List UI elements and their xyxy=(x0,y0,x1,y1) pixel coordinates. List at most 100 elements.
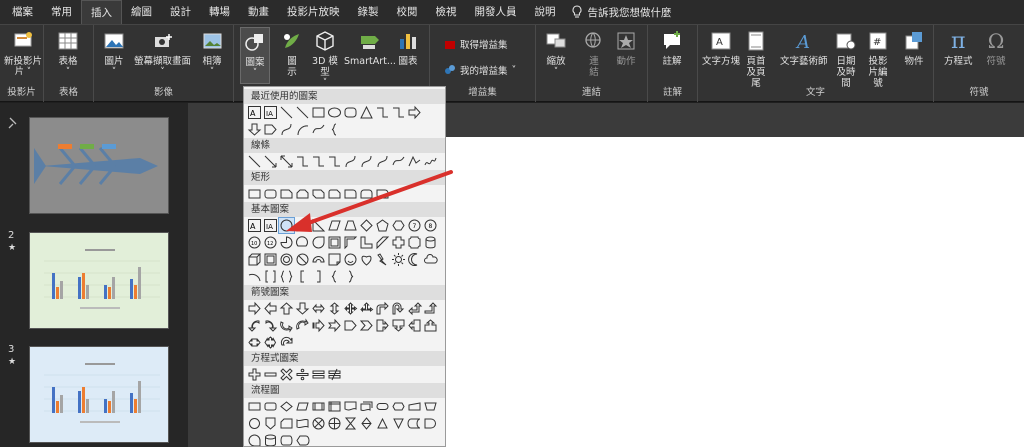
wordart-button[interactable]: A 文字藝術師 xyxy=(780,29,828,67)
no-symbol-shape[interactable] xyxy=(295,252,310,267)
multiply-shape[interactable] xyxy=(279,367,294,382)
left-brace-shape[interactable] xyxy=(327,269,342,284)
tab-view[interactable]: 檢視 xyxy=(427,0,466,24)
triangle-shape[interactable] xyxy=(359,105,374,120)
down-arrow-shape[interactable] xyxy=(295,301,310,316)
snip-round-rect-shape[interactable] xyxy=(327,186,342,201)
snip-corner-rect-shape[interactable] xyxy=(279,186,294,201)
left-right-up-arrow-shape[interactable] xyxy=(359,301,374,316)
plaque-shape[interactable] xyxy=(407,235,422,250)
flowchart-document-shape[interactable] xyxy=(343,399,358,414)
flowchart-magnetic-disk-shape[interactable] xyxy=(263,433,278,446)
pictures-button[interactable]: 圖片 ˅ xyxy=(102,29,126,78)
right-bracket-shape[interactable] xyxy=(311,269,326,284)
tab-insert[interactable]: 插入 xyxy=(81,0,122,24)
down-arrow-shape[interactable] xyxy=(247,122,262,137)
right-triangle-shape[interactable] xyxy=(311,218,326,233)
rectangle-shape[interactable] xyxy=(311,105,326,120)
smartart-button[interactable]: SmartArt... xyxy=(344,29,396,67)
snip-same-side-rect-shape[interactable] xyxy=(295,186,310,201)
rounded-rect-shape[interactable] xyxy=(263,186,278,201)
arrow-line-shape[interactable] xyxy=(295,105,310,120)
flowchart-display-shape[interactable] xyxy=(295,433,310,446)
bent-up-arrow-shape[interactable] xyxy=(423,301,438,316)
bevel-shape[interactable] xyxy=(263,252,278,267)
hexagon-shape[interactable] xyxy=(391,218,406,233)
flowchart-manual-input-shape[interactable] xyxy=(407,399,422,414)
double-brace-shape[interactable] xyxy=(279,269,294,284)
up-arrow-shape[interactable] xyxy=(279,301,294,316)
flowchart-alternate-process-shape[interactable] xyxy=(263,399,278,414)
pentagon-shape[interactable] xyxy=(375,218,390,233)
minus-shape[interactable] xyxy=(263,367,278,382)
diagonal-stripe-shape[interactable] xyxy=(375,235,390,250)
round-same-side-rect-shape[interactable] xyxy=(359,186,374,201)
sun-shape[interactable] xyxy=(391,252,406,267)
flowchart-direct-access-storage-shape[interactable] xyxy=(279,433,294,446)
dodecagon-shape[interactable]: 12 xyxy=(263,235,278,250)
pentagon-arrow-shape[interactable] xyxy=(263,122,278,137)
table-button[interactable]: 表格 ˅ xyxy=(56,29,80,78)
object-button[interactable]: 物件 xyxy=(902,29,926,67)
curved-left-arrow-shape[interactable] xyxy=(263,318,278,333)
flowchart-stored-data-shape[interactable] xyxy=(407,416,422,431)
cross-shape[interactable] xyxy=(391,235,406,250)
oval-shape[interactable] xyxy=(327,105,342,120)
equation-button[interactable]: π 方程式 xyxy=(944,29,973,67)
up-down-arrow-shape[interactable] xyxy=(327,301,342,316)
left-arrow-callout-shape[interactable] xyxy=(407,318,422,333)
equal-shape[interactable] xyxy=(311,367,326,382)
tab-developer[interactable]: 開發人員 xyxy=(466,0,526,24)
slide-thumbnail-3[interactable] xyxy=(29,346,169,443)
l-shape[interactable] xyxy=(359,235,374,250)
octagon-shape[interactable]: 8 xyxy=(423,218,438,233)
trapezoid-shape[interactable] xyxy=(343,218,358,233)
flowchart-collate-shape[interactable] xyxy=(343,416,358,431)
up-arrow-callout-shape[interactable] xyxy=(423,318,438,333)
round-corner-rect-shape[interactable] xyxy=(343,186,358,201)
flowchart-sequential-storage-shape[interactable] xyxy=(247,433,262,446)
rounded-rect-shape[interactable] xyxy=(343,105,358,120)
donut-shape[interactable] xyxy=(279,252,294,267)
flowchart-data-shape[interactable] xyxy=(295,399,310,414)
snip-diagonal-rect-shape[interactable] xyxy=(311,186,326,201)
scribble-shape[interactable] xyxy=(423,154,438,169)
oval-shape[interactable] xyxy=(278,217,295,234)
line-shape[interactable] xyxy=(279,105,294,120)
half-frame-shape[interactable] xyxy=(343,235,358,250)
left-arrow-shape[interactable] xyxy=(263,301,278,316)
freeform-shape[interactable] xyxy=(407,154,422,169)
right-arrow-shape[interactable] xyxy=(407,105,422,120)
elbow-arrow-shape[interactable] xyxy=(311,154,326,169)
striped-right-arrow-shape[interactable] xyxy=(311,318,326,333)
header-footer-button[interactable]: 頁首及頁尾 xyxy=(744,29,768,89)
flowchart-connector-shape[interactable] xyxy=(247,416,262,431)
link-button[interactable]: 連結 xyxy=(582,29,606,78)
tab-draw[interactable]: 繪圖 xyxy=(122,0,161,24)
textbox-button[interactable]: A 文字方塊 xyxy=(702,29,740,67)
flowchart-predefined-process-shape[interactable] xyxy=(311,399,326,414)
comment-button[interactable]: 註解 xyxy=(660,29,684,67)
new-slide-button[interactable]: 新投影片 片 ˅ xyxy=(4,29,42,78)
curved-up-arrow-shape[interactable] xyxy=(279,318,294,333)
cloud-shape[interactable] xyxy=(423,252,438,267)
tab-design[interactable]: 設計 xyxy=(161,0,200,24)
wave-curve-shape[interactable] xyxy=(311,122,326,137)
round-diagonal-rect-shape[interactable] xyxy=(375,186,390,201)
tab-slideshow[interactable]: 投影片放映 xyxy=(278,0,349,24)
chart-button[interactable]: 圖表 xyxy=(396,29,420,67)
left-right-arrow-shape[interactable] xyxy=(311,301,326,316)
left-bracket-shape[interactable] xyxy=(295,269,310,284)
flowchart-offpage-connector-shape[interactable] xyxy=(263,416,278,431)
arc-shape[interactable] xyxy=(295,122,310,137)
cube-shape[interactable] xyxy=(247,252,262,267)
plus-shape[interactable] xyxy=(247,367,262,382)
bent-arrow-shape[interactable] xyxy=(375,301,390,316)
moon-shape[interactable] xyxy=(407,252,422,267)
flowchart-delay-shape[interactable] xyxy=(423,416,438,431)
circular-arrow-shape[interactable] xyxy=(279,335,294,350)
zoom-button[interactable]: 縮放 ˅ xyxy=(544,29,568,78)
tab-home[interactable]: 常用 xyxy=(42,0,81,24)
line-shape[interactable] xyxy=(247,154,262,169)
curved-arrow-shape[interactable] xyxy=(359,154,374,169)
